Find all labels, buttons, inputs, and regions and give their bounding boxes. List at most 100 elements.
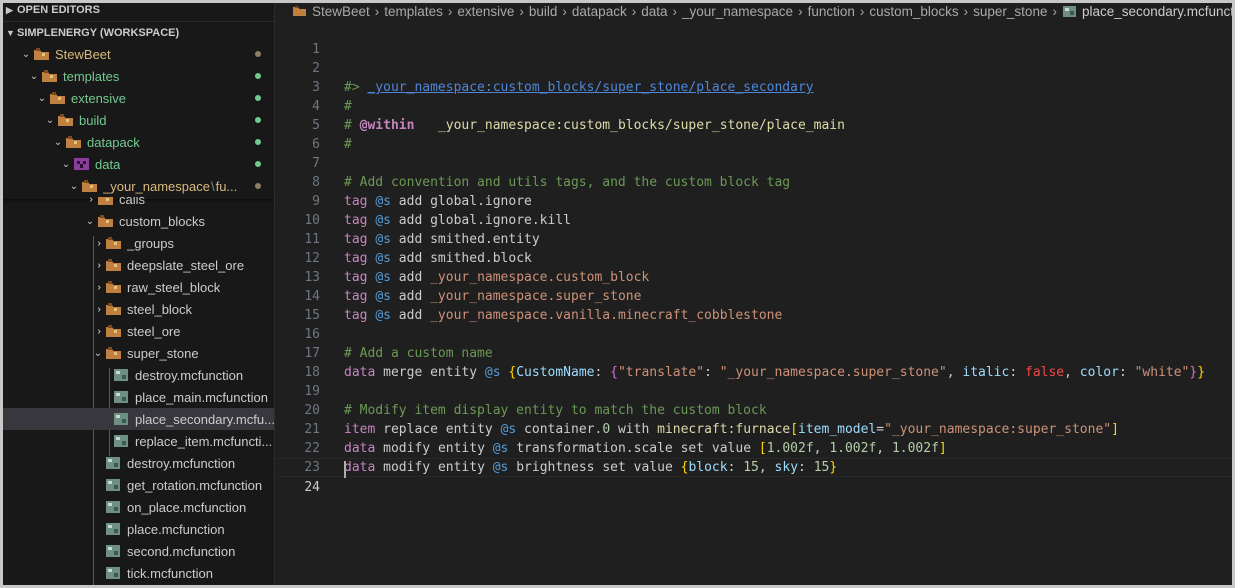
tree-file-destroy[interactable]: destroy.mcfunction [3, 364, 274, 386]
tree-folder-templates[interactable]: ⌄ templates [3, 65, 274, 87]
code-line: 19 # Modify item display entity to match… [276, 363, 1232, 418]
chevron-down-icon: ⌄ [69, 180, 79, 192]
breadcrumb-item[interactable]: StewBeet [312, 4, 370, 19]
breadcrumb: StewBeet › templates › extensive › build… [276, 3, 1232, 22]
chevron-right-icon: › [672, 3, 677, 19]
code-line: 3 # [276, 59, 1232, 114]
chevron-down-icon: ⌄ [53, 136, 63, 148]
code-editor[interactable]: StewBeet › templates › extensive › build… [276, 3, 1232, 585]
mcfunction-file-icon [106, 523, 120, 535]
breadcrumb-item[interactable]: custom_blocks [869, 4, 958, 19]
git-status-dot [255, 73, 261, 79]
tree-file-on-place[interactable]: on_place.mcfunction [3, 496, 274, 518]
open-editors-header[interactable]: ▶ OPEN EDITORS [3, 3, 274, 21]
tree-file-place[interactable]: place.mcfunction [3, 518, 274, 540]
breadcrumb-item[interactable]: build [529, 4, 558, 19]
workspace-header[interactable]: ▼ SIMPLENERGY (WORKSPACE) [3, 22, 274, 44]
folder-icon [58, 114, 73, 126]
chevron-down-icon: ⌄ [37, 92, 47, 104]
tree-folder-data[interactable]: ⌄ data [3, 153, 274, 175]
workspace-label: SIMPLENERGY (WORKSPACE) [17, 27, 180, 39]
tree-label: destroy.mcfunction [127, 455, 236, 471]
folder-icon [106, 325, 121, 337]
tree-label: deepslate_steel_ore [127, 257, 245, 273]
folder-icon [66, 136, 81, 148]
tree-folder-build[interactable]: ⌄ build [3, 109, 274, 131]
tree-file-replace-item[interactable]: replace_item.mcfuncti... [3, 430, 274, 452]
git-status-dot [255, 95, 261, 101]
code-line-current[interactable]: 24 [276, 458, 1232, 495]
code-line: 5 # [276, 97, 1232, 152]
code-line: 16 # Add a custom name [276, 306, 1232, 361]
tree-label: place_main.mcfunction [135, 389, 268, 405]
tree-folder-deepslate-steel-ore[interactable]: ⌄ deepslate_steel_ore [3, 254, 274, 276]
chevron-right-icon: › [631, 3, 637, 19]
code-line: 9 tag @s add global.ignore.kill [276, 173, 1232, 228]
tree-label: StewBeet [55, 46, 111, 62]
tree-folder-groups[interactable]: ⌄ _groups [3, 232, 274, 254]
code-line: 23 [276, 439, 1232, 475]
breadcrumb-item[interactable]: function [808, 4, 855, 19]
tree-folder-extensive[interactable]: ⌄ extensive [3, 87, 274, 109]
code-line: 17 data merge entity @s {CustomName: {"t… [276, 325, 1232, 380]
code-area[interactable]: 1 2 #> _your_namespace:custom_blocks/sup… [276, 21, 1232, 495]
chevron-down-icon: ⌄ [93, 347, 103, 359]
tree-label: raw_steel_block [127, 279, 221, 295]
tree-file-tick[interactable]: tick.mcfunction [3, 562, 274, 584]
tree-label: tick.mcfunction [127, 565, 213, 581]
chevron-right-icon: ⌄ [92, 304, 104, 314]
tree-label: replace_item.mcfuncti... [135, 433, 273, 449]
tree-label: custom_blocks [119, 213, 205, 229]
tree-label: steel_ore [127, 323, 181, 339]
folder-icon [293, 6, 306, 16]
chevron-down-icon: ▼ [6, 28, 15, 38]
git-status-dot [255, 117, 261, 123]
tree-label: data [95, 156, 121, 172]
mcfunction-file-icon [106, 545, 120, 557]
tree-folder-steel-ore[interactable]: ⌄ steel_ore [3, 320, 274, 342]
tree-folder-steel-block[interactable]: ⌄ steel_block [3, 298, 274, 320]
tree-label: second.mcfunction [127, 543, 236, 559]
tree-folder-custom-blocks[interactable]: ⌄ custom_blocks [3, 210, 274, 232]
breadcrumb-item[interactable]: datapack [572, 4, 627, 19]
tree-file-destroy-root[interactable]: destroy.mcfunction [3, 452, 274, 474]
tree-label: steel_block [127, 301, 193, 317]
tree-file-get-rotation[interactable]: get_rotation.mcfunction [3, 474, 274, 496]
breadcrumb-item[interactable]: super_stone [973, 4, 1047, 19]
modified-dot [255, 51, 261, 57]
mcfunction-file-icon [114, 369, 128, 381]
code-line: 8 tag @s add global.ignore [276, 154, 1232, 209]
tree-label: _your_namespace\fu... [103, 178, 238, 194]
code-line: 4 # @within _your_namespace:custom_block… [276, 78, 1232, 133]
folder-icon [82, 180, 97, 192]
breadcrumb-item[interactable]: data [641, 4, 667, 19]
breadcrumb-item[interactable]: _your_namespace [682, 4, 793, 19]
chevron-right-icon: › [963, 3, 969, 19]
tree-label: _groups [127, 235, 174, 251]
tree-label: datapack [87, 134, 140, 150]
breadcrumb-item[interactable]: extensive [457, 4, 514, 19]
breadcrumb-item[interactable]: templates [384, 4, 443, 19]
mcfunction-file-icon [1062, 5, 1076, 17]
tree-file-place-main[interactable]: place_main.mcfunction [3, 386, 274, 408]
tree-folder-super-stone[interactable]: ⌄ super_stone [3, 342, 274, 364]
text-cursor [344, 461, 346, 478]
code-line: 21 data modify entity @s transformation.… [276, 401, 1232, 456]
vscode-window: ▶ OPEN EDITORS ▼ SIMPLENERGY (WORKSPACE)… [3, 3, 1232, 585]
tree-folder-stewbeet[interactable]: ⌄ StewBeet [3, 43, 274, 65]
explorer-sidebar: ▶ OPEN EDITORS ▼ SIMPLENERGY (WORKSPACE)… [3, 3, 275, 585]
folder-icon [34, 48, 49, 60]
code-line: 18 [276, 344, 1232, 380]
chevron-down-icon: ⌄ [85, 215, 95, 227]
tree-file-second[interactable]: second.mcfunction [3, 540, 274, 562]
code-line: 13 tag @s add _your_namespace.super_ston… [276, 249, 1232, 304]
code-line: 22 data modify entity @s brightness set … [276, 420, 1232, 475]
tree-folder-datapack[interactable]: ⌄ datapack [3, 131, 274, 153]
tree-folder-raw-steel-block[interactable]: ⌄ raw_steel_block [3, 276, 274, 298]
mcfunction-file-icon [106, 567, 120, 579]
breadcrumb-item-current[interactable]: place_secondary.mcfunction [1082, 4, 1232, 19]
tree-folder-your-namespace[interactable]: ⌄ _your_namespace\fu... [3, 175, 274, 197]
chevron-right-icon: › [562, 3, 567, 19]
folder-icon [98, 215, 113, 227]
tree-file-place-secondary[interactable]: place_secondary.mcfu... [3, 408, 274, 430]
